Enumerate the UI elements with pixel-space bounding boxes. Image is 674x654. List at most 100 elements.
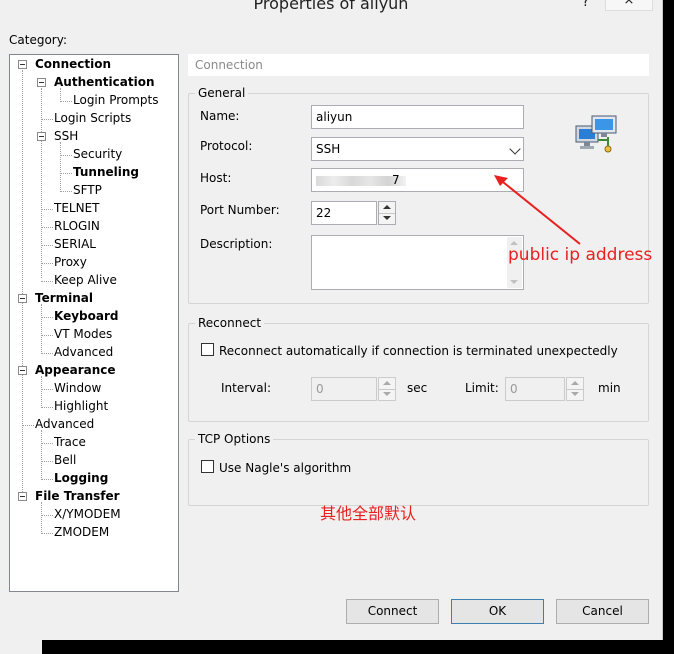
tree-line <box>41 502 42 534</box>
limit-decrement[interactable] <box>567 389 583 400</box>
tree-line <box>41 407 53 408</box>
nagle-checkbox-label[interactable]: Use Nagle's algorithm <box>219 461 351 475</box>
tree-line <box>60 101 72 102</box>
background-strip <box>0 640 42 654</box>
arrow-up-icon <box>383 205 391 209</box>
tree-line <box>41 209 53 210</box>
tree-line <box>41 304 42 354</box>
tree-item-security[interactable]: Security <box>73 147 122 161</box>
panel-header-title: Connection <box>195 58 263 72</box>
tree-line <box>41 88 42 278</box>
port-label: Port Number: <box>200 203 280 217</box>
protocol-label: Protocol: <box>200 139 253 153</box>
tree-item-telnet[interactable]: TELNET <box>54 201 100 215</box>
collapse-icon[interactable] <box>18 492 27 501</box>
tree-item-bell[interactable]: Bell <box>54 453 76 467</box>
port-decrement[interactable] <box>379 213 395 224</box>
tree-item-vt-modes[interactable]: VT Modes <box>54 327 112 341</box>
tree-item-ssh[interactable]: SSH <box>54 129 78 143</box>
ok-button[interactable]: OK <box>451 599 544 624</box>
tree-item-terminal[interactable]: Terminal <box>35 291 93 305</box>
collapse-icon[interactable] <box>18 294 27 303</box>
tree-line <box>41 515 53 516</box>
annotation-public-ip: public ip address <box>508 245 653 265</box>
annotation-defaults: 其他全部默认 <box>320 504 417 523</box>
tree-item-advanced[interactable]: Advanced <box>35 417 94 431</box>
name-input[interactable]: aliyun <box>311 105 524 129</box>
reconnect-checkbox[interactable] <box>201 343 214 356</box>
tree-line <box>22 425 34 426</box>
description-label: Description: <box>200 237 273 251</box>
collapse-icon[interactable] <box>37 78 46 87</box>
background-dark <box>42 640 674 654</box>
tree-line <box>41 227 53 228</box>
arrow-up-icon <box>571 381 579 385</box>
port-input[interactable]: 22 <box>311 201 377 225</box>
protocol-value: SSH <box>316 142 341 156</box>
tree-line <box>41 443 53 444</box>
panel-header: Connection <box>188 54 649 76</box>
limit-spinner[interactable] <box>566 377 584 401</box>
tree-item-serial[interactable]: SERIAL <box>54 237 96 251</box>
tree-item-xymodem[interactable]: X/YMODEM <box>54 507 121 521</box>
tree-line <box>41 376 42 408</box>
network-computers-icon <box>575 115 617 153</box>
connect-button[interactable]: Connect <box>346 599 439 624</box>
chevron-down-icon <box>509 143 521 155</box>
tree-item-logging[interactable]: Logging <box>54 471 108 485</box>
tree-line <box>41 317 53 318</box>
interval-decrement[interactable] <box>379 389 395 400</box>
tree-item-file-transfer[interactable]: File Transfer <box>35 489 120 503</box>
tree-line <box>41 533 53 534</box>
tree-line <box>41 479 53 480</box>
tree-item-login-prompts[interactable]: Login Prompts <box>73 93 159 107</box>
tree-item-proxy[interactable]: Proxy <box>54 255 87 269</box>
close-button[interactable]: × <box>605 0 653 11</box>
limit-input[interactable]: 0 <box>505 377 565 401</box>
tree-line <box>41 353 53 354</box>
arrow-down-icon <box>383 392 391 396</box>
port-spinner[interactable] <box>378 201 396 225</box>
nagle-checkbox[interactable] <box>201 460 214 473</box>
window-title: Properties of aliyun <box>253 0 409 13</box>
reconnect-checkbox-label[interactable]: Reconnect automatically if connection is… <box>219 344 618 358</box>
tree-item-tunneling[interactable]: Tunneling <box>73 165 139 179</box>
reconnect-legend: Reconnect <box>198 316 262 330</box>
tree-item-rlogin[interactable]: RLOGIN <box>54 219 100 233</box>
tree-item-connection[interactable]: Connection <box>35 57 111 71</box>
tree-item-window[interactable]: Window <box>54 381 101 395</box>
collapse-icon[interactable] <box>18 366 27 375</box>
arrow-down-icon <box>571 392 579 396</box>
tree-line <box>41 461 53 462</box>
annotation-arrow <box>494 175 581 245</box>
help-button[interactable]: ? <box>582 0 589 10</box>
tree-item-authentication[interactable]: Authentication <box>54 75 155 89</box>
tree-line <box>22 70 23 496</box>
collapse-icon[interactable] <box>18 60 27 69</box>
category-tree[interactable]: Connection Authentication Login Prompts … <box>9 54 179 592</box>
tree-item-terminal-advanced[interactable]: Advanced <box>54 345 113 359</box>
tree-line <box>41 263 53 264</box>
tree-item-trace[interactable]: Trace <box>54 435 86 449</box>
tree-line <box>41 335 53 336</box>
tree-item-login-scripts[interactable]: Login Scripts <box>54 111 131 125</box>
category-label: Category: <box>9 33 67 47</box>
tree-item-highlight[interactable]: Highlight <box>54 399 108 413</box>
protocol-select[interactable]: SSH <box>311 137 524 161</box>
collapse-icon[interactable] <box>37 132 46 141</box>
tree-item-appearance[interactable]: Appearance <box>35 363 116 377</box>
tree-line <box>60 173 72 174</box>
tree-item-zmodem[interactable]: ZMODEM <box>54 525 109 539</box>
tree-line <box>41 389 53 390</box>
interval-label: Interval: <box>221 381 271 395</box>
tree-item-keep-alive[interactable]: Keep Alive <box>54 273 117 287</box>
host-visible-suffix: 7 <box>392 173 400 187</box>
general-legend: General <box>198 86 246 100</box>
cancel-button[interactable]: Cancel <box>556 599 649 624</box>
tree-item-keyboard[interactable]: Keyboard <box>54 309 119 323</box>
interval-spinner[interactable] <box>378 377 396 401</box>
arrow-up-icon <box>383 381 391 385</box>
limit-label: Limit: <box>465 381 499 395</box>
interval-input[interactable]: 0 <box>311 377 377 401</box>
tree-item-sftp[interactable]: SFTP <box>73 183 102 197</box>
